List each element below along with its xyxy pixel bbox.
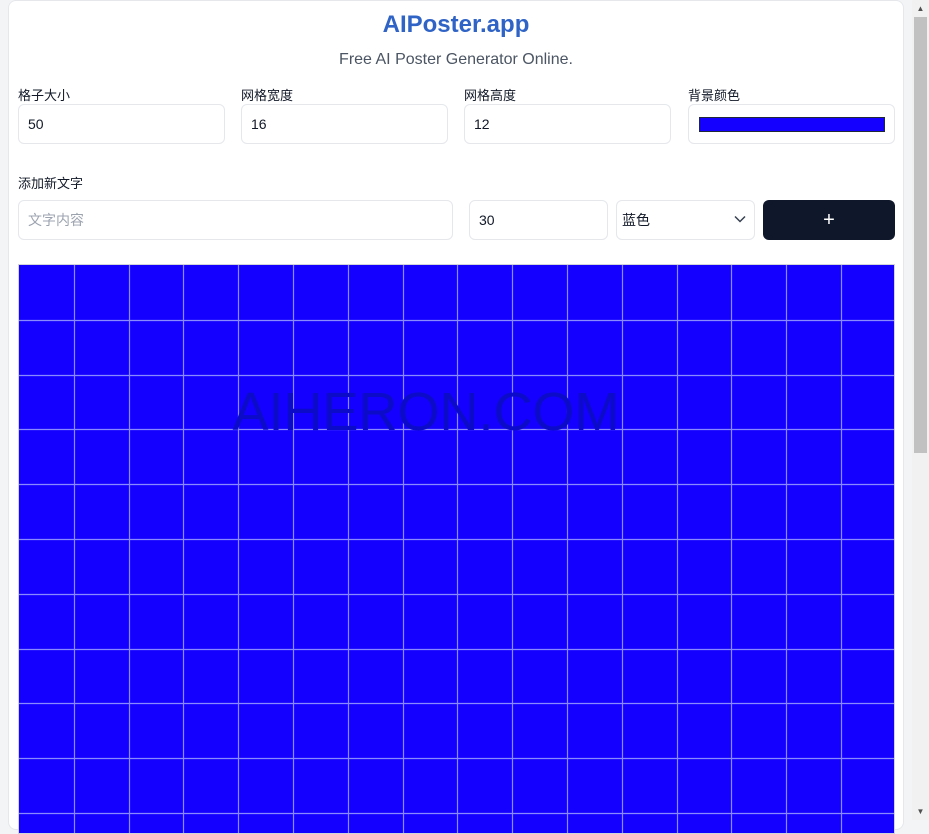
background-color-label: 背景颜色 <box>688 88 741 103</box>
cell-size-input[interactable] <box>18 104 225 144</box>
grid-height-input[interactable] <box>464 104 671 144</box>
poster-editor-page: AIPoster.app Free AI Poster Generator On… <box>8 0 904 834</box>
vertical-scrollbar[interactable]: ▲ ▼ <box>912 0 929 820</box>
scrollbar-thumb[interactable] <box>914 17 927 453</box>
chevron-down-icon <box>734 215 746 223</box>
text-content-input[interactable] <box>18 200 453 240</box>
grid-width-label: 网格宽度 <box>241 88 294 103</box>
text-color-selected: 蓝色 <box>622 212 650 228</box>
add-text-button[interactable]: + <box>763 200 895 240</box>
page-subtitle: Free AI Poster Generator Online. <box>339 51 573 68</box>
grid-width-input[interactable] <box>241 104 448 144</box>
poster-canvas[interactable]: AIHERON.COM <box>18 264 895 834</box>
background-color-swatch <box>699 117 885 132</box>
text-color-select[interactable]: 蓝色 <box>616 200 755 240</box>
brand-title[interactable]: AIPoster.app <box>9 11 903 39</box>
grid-height-label: 网格高度 <box>464 88 517 103</box>
cell-size-label: 格子大小 <box>18 88 71 103</box>
watermark-text: AIHERON.COM <box>232 382 619 442</box>
triangle-up-icon[interactable]: ▲ <box>912 0 929 17</box>
font-size-input[interactable] <box>469 200 608 240</box>
grid-canvas-svg[interactable]: AIHERON.COM <box>19 265 895 834</box>
add-text-label: 添加新文字 <box>18 176 84 191</box>
background-color-picker[interactable] <box>688 104 895 144</box>
triangle-down-icon[interactable]: ▼ <box>912 803 929 820</box>
